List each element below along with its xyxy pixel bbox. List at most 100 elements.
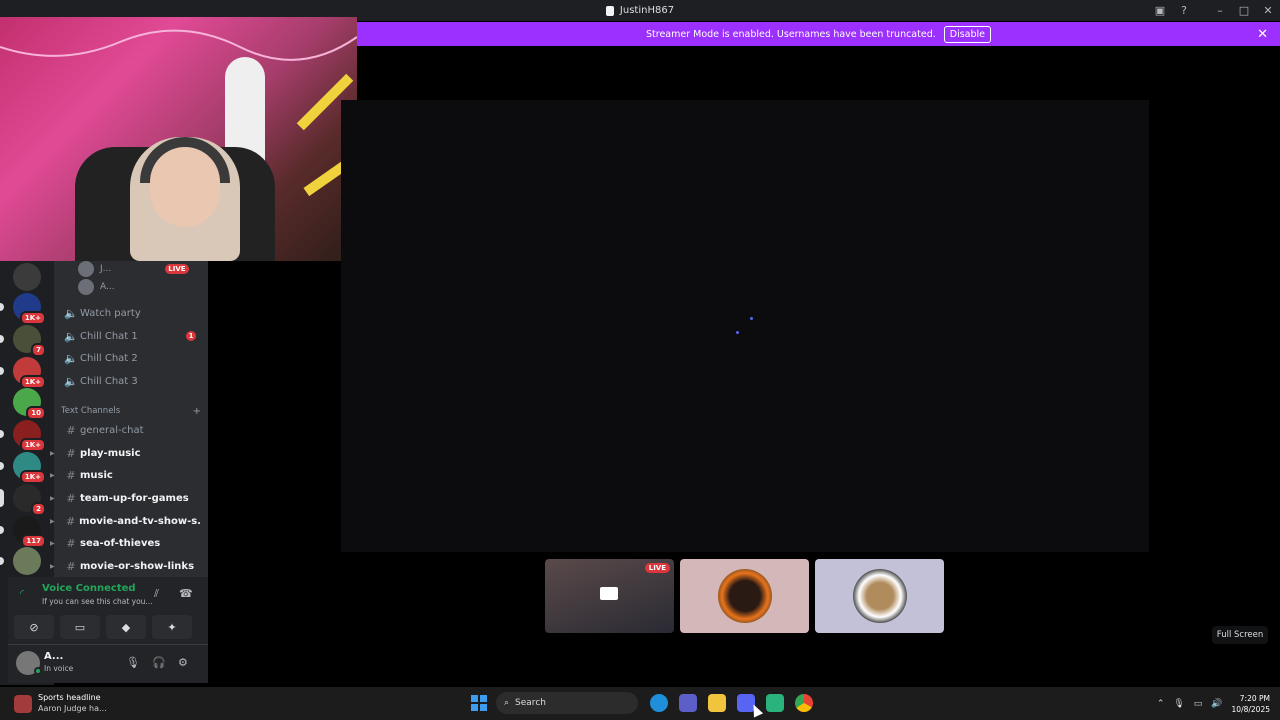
- file-explorer-icon[interactable]: [708, 694, 726, 712]
- server-icon[interactable]: [13, 263, 41, 291]
- hashtag-icon: #: [66, 446, 76, 460]
- channel-name: Chill Chat 2: [80, 352, 138, 364]
- inbox-icon[interactable]: ▣: [1148, 0, 1172, 21]
- microphone-icon[interactable]: 🎙: [126, 656, 140, 669]
- expand-caret-icon: ▶: [50, 539, 55, 547]
- server-badge: 7: [31, 343, 46, 357]
- voice-channel-chill-chat-2[interactable]: 🔈 Chill Chat 2: [62, 348, 202, 368]
- soundboard-button[interactable]: ✦: [152, 615, 192, 639]
- text-channel-movie-and-tv[interactable]: ▶ # movie-and-tv-show-s...: [50, 511, 202, 531]
- speaker-icon: 🔈: [64, 374, 78, 388]
- server-icon[interactable]: 1K+: [0, 293, 46, 325]
- news-icon: [14, 695, 32, 713]
- server-icon[interactable]: 117: [0, 516, 46, 548]
- minimize-button[interactable]: –: [1208, 0, 1232, 21]
- channel-name: sea-of-thieves: [80, 537, 161, 549]
- hashtag-icon: #: [66, 468, 76, 482]
- text-channel-sea-of-thieves[interactable]: ▶ # sea-of-thieves: [50, 533, 202, 553]
- clock[interactable]: 7:20 PM 10/8/2025: [1232, 693, 1270, 715]
- hashtag-icon: #: [66, 559, 76, 573]
- text-channel-play-music[interactable]: ▶ # play-music: [50, 443, 202, 463]
- maximize-button[interactable]: □: [1232, 0, 1256, 21]
- voice-channel-chill-chat-1[interactable]: 🔈 Chill Chat 1 1: [62, 326, 202, 346]
- disable-streamer-mode-button[interactable]: Disable: [943, 25, 991, 43]
- disconnect-icon[interactable]: ☎: [179, 587, 193, 600]
- activities-button[interactable]: ◆: [106, 615, 146, 639]
- text-channels-header[interactable]: Text Channels +: [61, 406, 201, 417]
- streamer-mode-banner: Streamer Mode is enabled. Usernames have…: [357, 22, 1280, 46]
- chrome-icon[interactable]: [795, 694, 813, 712]
- headphones-icon[interactable]: 🎧: [152, 656, 166, 669]
- participant-tile-stream[interactable]: LIVE: [545, 559, 674, 633]
- section-label: Text Channels: [61, 406, 121, 416]
- expand-caret-icon: ▶: [50, 517, 55, 525]
- server-icon[interactable]: [0, 547, 41, 575]
- close-icon[interactable]: ✕: [1257, 27, 1268, 42]
- expand-caret-icon: ▶: [50, 471, 55, 479]
- add-channel-icon[interactable]: +: [193, 406, 201, 417]
- network-icon[interactable]: ▭: [1194, 699, 1203, 709]
- expand-caret-icon: ▶: [50, 449, 55, 457]
- edge-browser-icon[interactable]: [650, 694, 668, 712]
- avatar: [853, 569, 907, 623]
- news-subtitle: Aaron Judge ha...: [38, 704, 107, 713]
- user-name[interactable]: A...: [44, 651, 63, 662]
- teams-icon[interactable]: [679, 694, 697, 712]
- microphone-icon[interactable]: 🎙: [1173, 699, 1184, 709]
- full-screen-button[interactable]: Full Screen: [1212, 626, 1268, 644]
- app-taskbar-icon[interactable]: [766, 694, 784, 712]
- voice-channel-watch-party[interactable]: 🔈 Watch party: [62, 303, 202, 323]
- voice-connected-title[interactable]: Voice Connected: [42, 583, 136, 594]
- settings-gear-icon[interactable]: ⚙: [178, 656, 188, 669]
- help-icon[interactable]: ?: [1172, 0, 1196, 21]
- clock-date: 10/8/2025: [1231, 704, 1270, 714]
- speaker-icon: 🔈: [64, 329, 78, 343]
- voice-user-name: J...: [100, 264, 112, 274]
- signal-icon[interactable]: ◜: [20, 587, 24, 600]
- channel-name: Watch party: [80, 307, 141, 319]
- server-icon[interactable]: 1K+: [0, 452, 46, 484]
- camera-off-button[interactable]: ⊘: [14, 615, 54, 639]
- avatar: [718, 569, 772, 623]
- server-icon[interactable]: 1K+: [0, 357, 46, 389]
- close-window-button[interactable]: ✕: [1256, 0, 1280, 21]
- text-channel-team-up-for-games[interactable]: ▶ # team-up-for-games: [50, 488, 202, 508]
- stream-stage[interactable]: [341, 100, 1149, 552]
- chevron-up-icon[interactable]: ⌃: [1157, 699, 1165, 709]
- voice-user[interactable]: A...: [78, 279, 115, 295]
- noise-suppression-icon[interactable]: ⫽: [154, 587, 159, 601]
- hashtag-icon: #: [66, 536, 76, 550]
- live-badge: LIVE: [165, 264, 189, 274]
- screen-share-icon: [600, 587, 618, 600]
- banner-text: Streamer Mode is enabled. Usernames have…: [646, 28, 936, 40]
- server-icon[interactable]: 7: [0, 325, 46, 357]
- voice-user-name: A...: [100, 282, 115, 292]
- loading-spinner-icon: [750, 317, 753, 320]
- channel-count-badge: 1: [186, 331, 196, 341]
- hashtag-icon: #: [65, 514, 76, 528]
- taskbar-search[interactable]: ⌕ Search: [496, 692, 638, 714]
- windows-start-icon[interactable]: [471, 695, 487, 711]
- participant-tile[interactable]: [815, 559, 944, 633]
- server-icon[interactable]: 2: [0, 484, 46, 516]
- voice-user[interactable]: J... LIVE: [78, 261, 189, 277]
- text-channel-music[interactable]: ▶ # music: [50, 465, 202, 485]
- user-panel: A... In voice 🎙 🎧 ⚙: [8, 645, 208, 683]
- channel-name: music: [80, 469, 113, 481]
- voice-channel-chill-chat-3[interactable]: 🔈 Chill Chat 3: [62, 371, 202, 391]
- news-widget[interactable]: Sports headline Aaron Judge ha...: [14, 692, 107, 714]
- server-icon[interactable]: 1K+: [0, 420, 46, 452]
- server-badge: 1K+: [19, 311, 46, 325]
- channel-name: team-up-for-games: [80, 492, 189, 504]
- expand-caret-icon: ▶: [50, 494, 55, 502]
- clock-time: 7:20 PM: [1239, 693, 1270, 703]
- server-icon[interactable]: 10: [13, 388, 46, 420]
- webcam-overlay: [0, 17, 357, 261]
- volume-icon[interactable]: 🔊: [1211, 699, 1222, 709]
- participant-tile[interactable]: [680, 559, 809, 633]
- channel-name: Chill Chat 1: [80, 330, 138, 342]
- text-channel-general-chat[interactable]: # general-chat: [62, 420, 202, 440]
- screen-share-button[interactable]: ▭: [60, 615, 100, 639]
- voice-connected-subtitle[interactable]: If you can see this chat you...: [42, 597, 153, 606]
- text-channel-movie-or-show-links[interactable]: ▶ # movie-or-show-links: [50, 556, 202, 576]
